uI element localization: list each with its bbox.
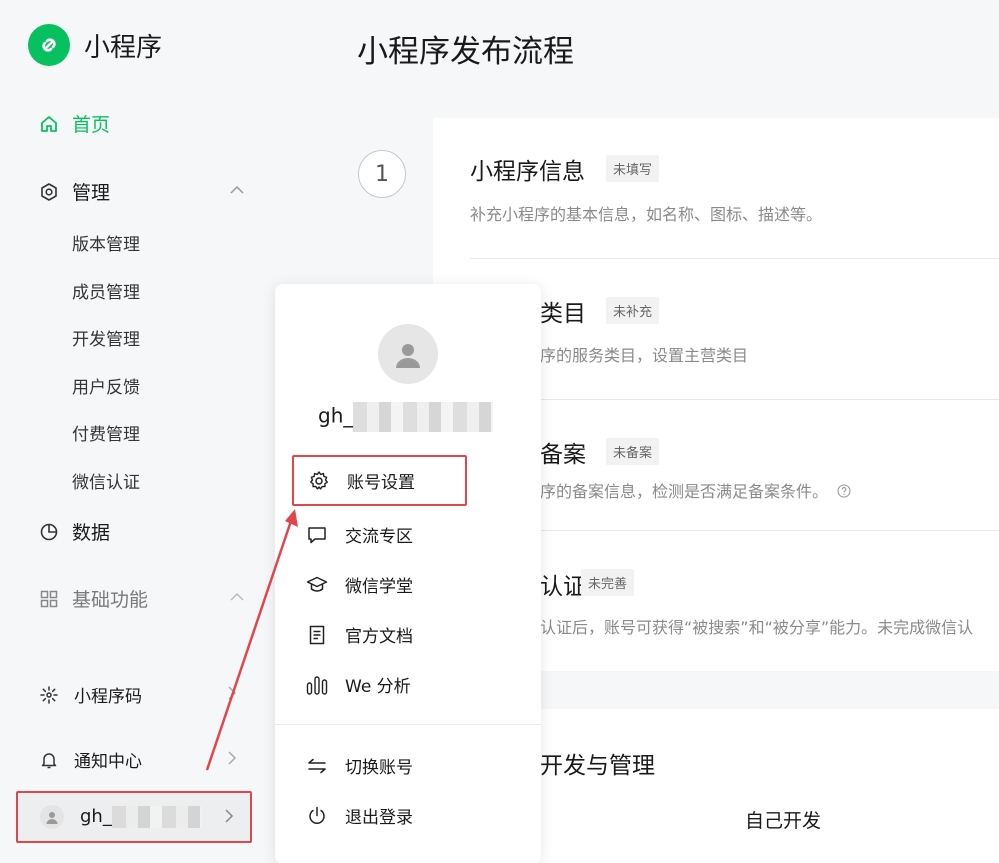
status-badge: 未补充 [606,297,660,324]
status-badge: 未完善 [581,569,635,596]
sidebar-subitem-wechat-verify[interactable]: 微信认证 [72,468,140,493]
pie-chart-icon [38,521,60,543]
section-desc: 补充小程序的基本信息，如名称、图标、描述等。 [470,205,823,224]
divider [275,724,541,725]
section-desc: 序的服务类目，设置主营类目 [540,346,749,365]
sidebar-item-data[interactable]: 数据 [38,518,110,545]
analysis-bars-icon [305,673,329,697]
account-menu-trigger[interactable]: gh_ [16,791,252,843]
bell-icon [38,749,60,771]
sidebar-item-home[interactable]: 首页 [38,110,110,137]
we-analysis-item[interactable]: We 分析 [305,672,411,697]
menu-item-label: We 分析 [345,677,411,697]
sidebar-subitem-version[interactable]: 版本管理 [72,230,140,255]
section-title: 小程序信息 [470,159,585,185]
sidebar-item-label: 管理 [72,182,111,204]
chat-bubble-icon [305,523,329,547]
account-name: gh_ [318,402,494,432]
power-icon [305,804,329,828]
chevron-right-icon [222,683,242,703]
chevron-up-icon[interactable] [226,179,248,201]
account-settings-item[interactable]: 账号设置 [292,455,467,506]
divider [470,399,999,400]
gear-icon [307,469,331,493]
divider [470,258,999,259]
document-icon [305,623,329,647]
section-title: 开发与管理 [540,753,655,779]
help-icon[interactable] [837,483,851,502]
sidebar-item-label: 通知中心 [74,752,142,772]
graduation-cap-icon [305,573,329,597]
sidebar-item-label: 数据 [72,522,111,544]
menu-item-label: 账号设置 [347,473,415,493]
step-number: 1 [358,150,406,198]
sidebar-subitem-payment[interactable]: 付费管理 [72,420,140,445]
account-popup: gh_ 账号设置 交流专区 微信学堂 官方文档 We 分析 切换账号 退出登录 [275,284,541,863]
menu-item-label: 微信学堂 [345,577,413,597]
menu-item-label: 切换账号 [345,758,413,778]
dev-mode-option[interactable]: 自己开发 [745,806,821,833]
link-icon [28,24,70,66]
sidebar-subitem-dev[interactable]: 开发管理 [72,325,140,350]
sidebar-item-notifications[interactable]: 通知中心 [38,747,142,772]
sidebar-item-label: 首页 [72,114,111,136]
menu-item-label: 官方文档 [345,627,413,647]
section-title: 类目 [540,301,586,327]
wechat-academy-item[interactable]: 微信学堂 [305,572,413,597]
chevron-right-icon [222,748,242,768]
qrcode-spark-icon [38,684,60,706]
sidebar-item-label: 基础功能 [72,589,149,611]
switch-arrows-icon [305,754,329,778]
community-item[interactable]: 交流专区 [305,522,413,547]
section-desc: 认证后，账号可获得“被搜索”和“被分享”能力。未完成微信认 [540,618,974,637]
switch-account-item[interactable]: 切换账号 [305,753,413,778]
logout-item[interactable]: 退出登录 [305,803,413,828]
sidebar-item-label: 小程序码 [74,687,142,707]
sidebar-item-qrcode[interactable]: 小程序码 [38,682,142,707]
sidebar-item-basic[interactable]: 基础功能 [38,585,148,612]
menu-item-label: 退出登录 [345,808,413,828]
hexagon-gear-icon [38,181,60,203]
status-badge: 未填写 [606,155,660,182]
sidebar-subitem-feedback[interactable]: 用户反馈 [72,373,140,398]
section-title: 认证 [540,574,586,600]
account-name: gh_ [80,806,202,828]
grid-icon [38,588,60,610]
menu-item-label: 交流专区 [345,527,413,547]
chevron-up-icon[interactable] [226,586,248,608]
sidebar-subitem-members[interactable]: 成员管理 [72,278,140,303]
app-name: 小程序 [84,32,163,63]
section-title: 备案 [540,442,586,468]
docs-item[interactable]: 官方文档 [305,622,413,647]
page-title: 小程序发布流程 [357,34,574,70]
divider [470,530,999,531]
avatar [378,324,438,384]
section-desc: 序的备案信息，检测是否满足备案条件。 [540,478,851,502]
sidebar-item-manage[interactable]: 管理 [38,178,110,205]
status-badge: 未备案 [606,438,660,465]
chevron-right-icon [224,808,234,828]
app-logo[interactable]: 小程序 [28,24,162,66]
avatar [40,805,64,829]
home-icon [38,113,60,135]
